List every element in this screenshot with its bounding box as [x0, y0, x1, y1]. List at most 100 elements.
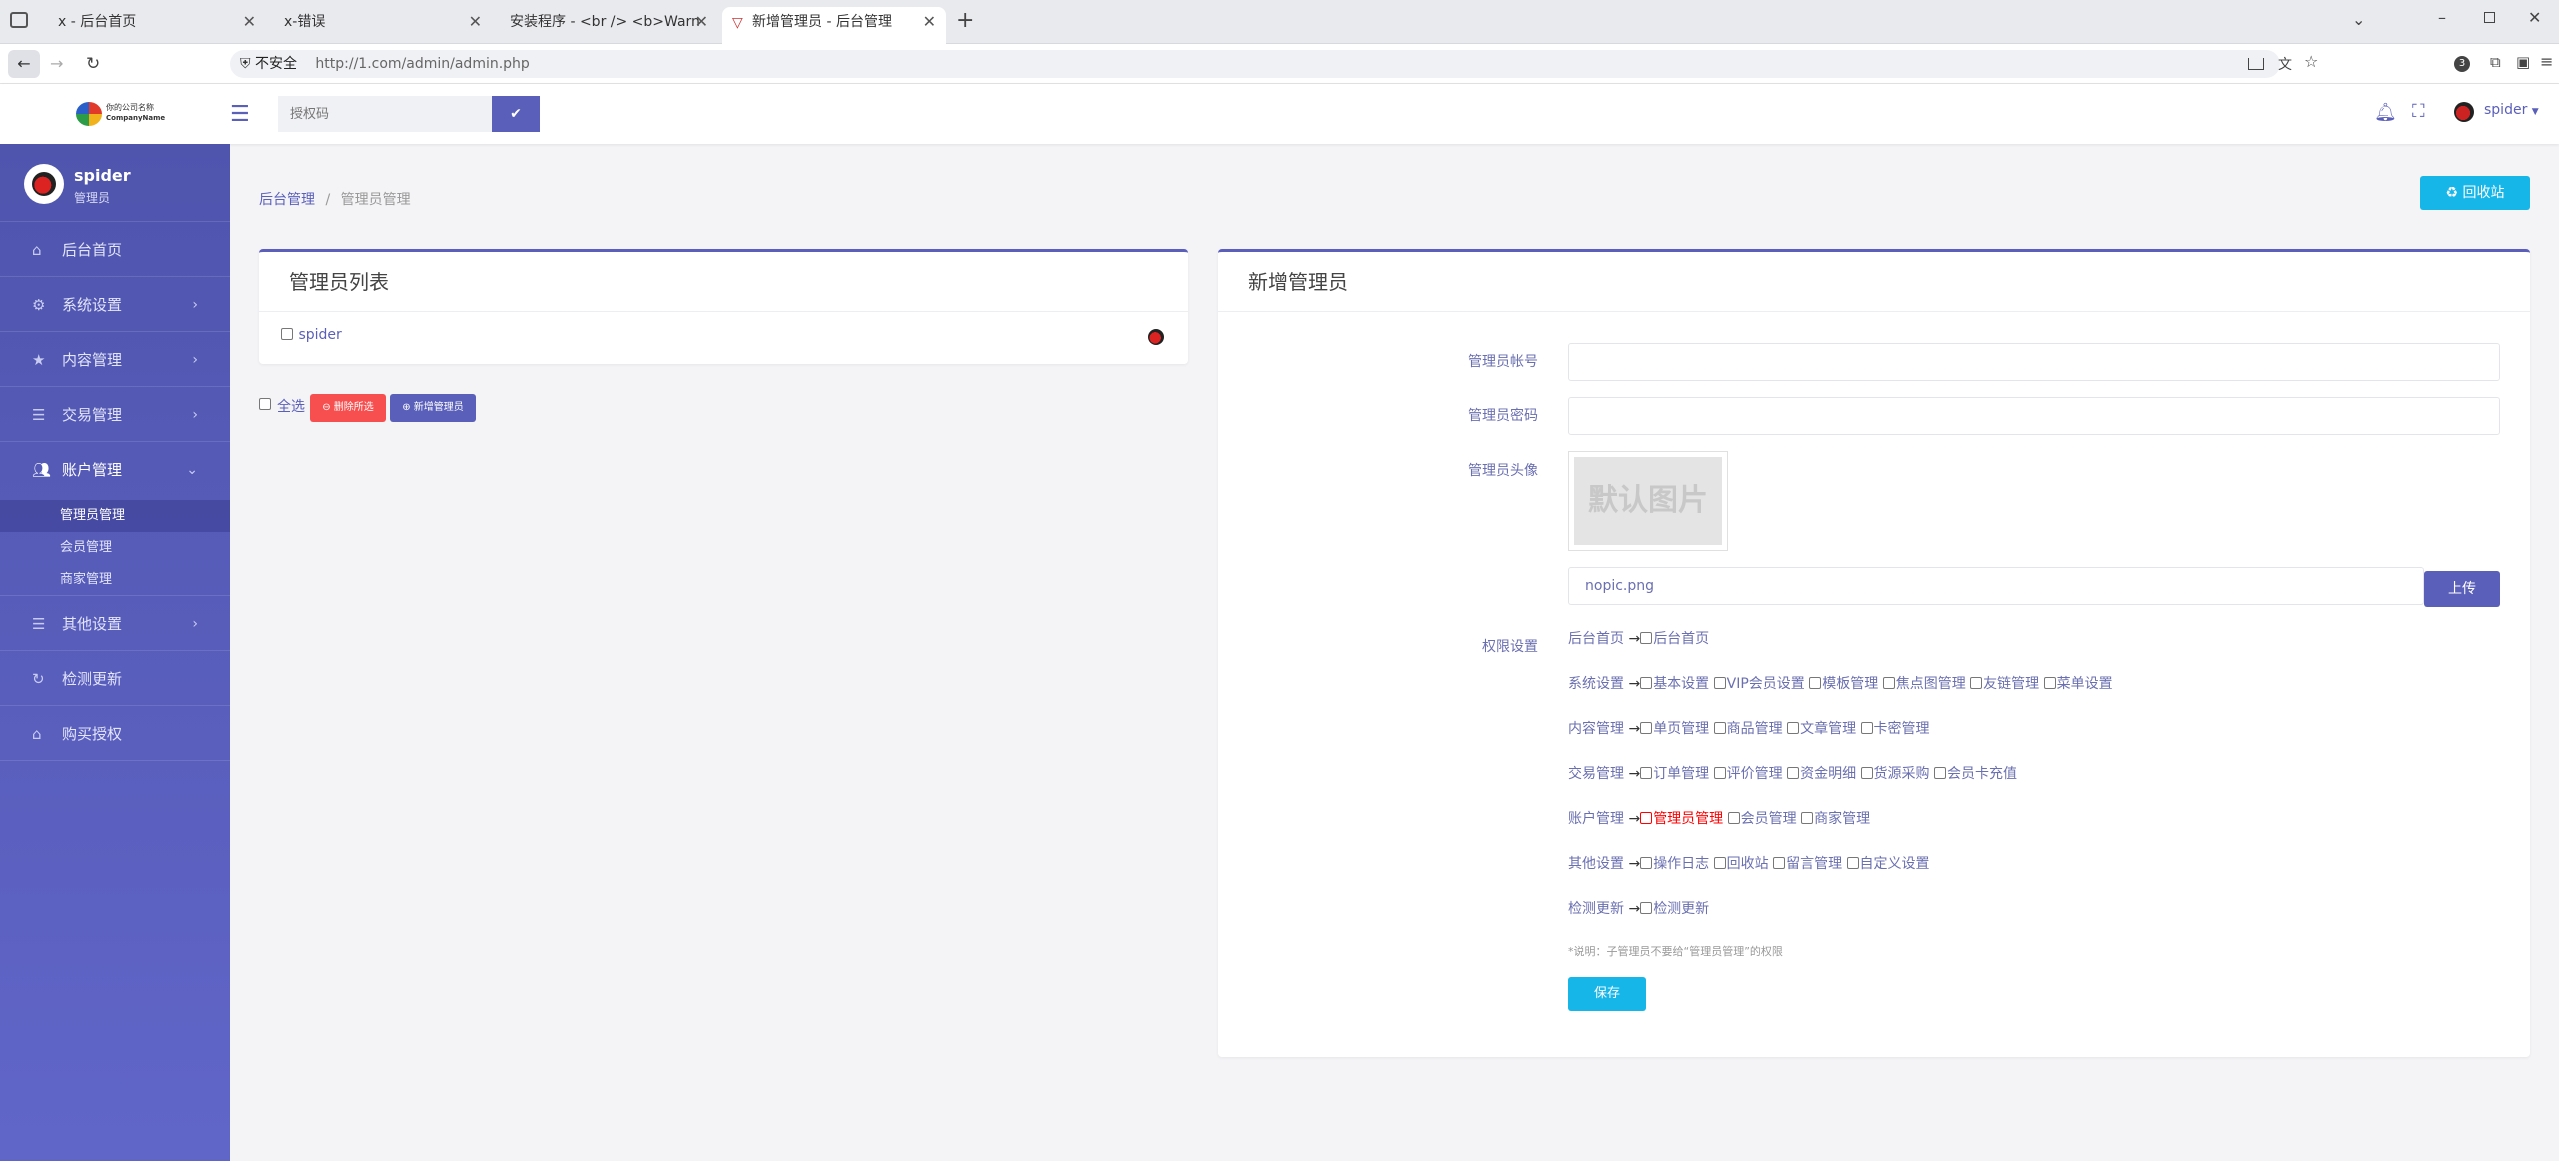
permission-checkbox[interactable]: [1934, 767, 1946, 779]
collections-icon[interactable]: ▣: [2516, 53, 2530, 71]
permission-checkbox[interactable]: [1640, 857, 1653, 869]
sidebar-item-system-settings[interactable]: ⚙ 系统设置 ›: [0, 278, 230, 332]
sidebar-item-trade[interactable]: ☰ 交易管理 ›: [0, 388, 230, 442]
translate-icon[interactable]: 文: [2278, 54, 2292, 74]
permission-item: 资金明细: [1800, 766, 1857, 782]
permission-checkbox[interactable]: [1713, 677, 1726, 689]
reload-icon[interactable]: ↻: [86, 50, 100, 78]
sidebar-item-other-settings[interactable]: ☰ 其他设置 ›: [0, 597, 230, 651]
permission-checkbox[interactable]: [1970, 677, 1983, 689]
sidebar-item-buy-license[interactable]: ⌂ 购买授权: [0, 707, 230, 761]
permission-checkbox[interactable]: [1809, 677, 1822, 689]
upload-label: 上传: [2448, 581, 2476, 597]
logo-line1: 你的公司名称: [106, 103, 154, 112]
sidebar-item-label: 其他设置: [62, 615, 123, 633]
permission-item: 焦点图管理: [1895, 676, 1966, 692]
browser-tab-4[interactable]: ▽ 新增管理员 - 后台管理 ✕: [722, 7, 946, 44]
chevron-right-icon: ›: [192, 407, 198, 423]
sidebar-item-label: 账户管理: [62, 461, 123, 479]
row-checkbox[interactable]: [281, 328, 293, 340]
permission-checkbox[interactable]: [1713, 857, 1726, 869]
auth-code-input[interactable]: [278, 96, 492, 132]
permission-item: 单页管理: [1653, 721, 1710, 737]
puzzle-icon[interactable]: ⧉: [2490, 53, 2501, 71]
recycle-bin-button[interactable]: ♻ 回收站: [2420, 176, 2530, 210]
forward-icon[interactable]: →: [50, 50, 63, 78]
avatar-filename-input[interactable]: nopic.png: [1568, 567, 2424, 605]
fullscreen-icon[interactable]: ⛶: [2412, 101, 2425, 122]
star-icon[interactable]: ☆: [2304, 52, 2318, 71]
minus-circle-icon: ⊖: [322, 402, 331, 413]
chevron-down-icon[interactable]: ⌄: [2352, 10, 2365, 29]
bell-icon[interactable]: 🔔︎: [2374, 102, 2397, 123]
user-avatar[interactable]: [2454, 102, 2474, 122]
permission-item: 商品管理: [1726, 721, 1783, 737]
permission-item: 基本设置: [1653, 676, 1710, 692]
sidebar-subitem-label: 商家管理: [60, 572, 113, 587]
sidebar-item-dashboard[interactable]: ⌂ 后台首页: [0, 223, 230, 277]
restore-icon[interactable]: [2484, 12, 2495, 23]
account-input[interactable]: [1568, 343, 2500, 381]
breadcrumb-root[interactable]: 后台管理: [259, 192, 315, 208]
browser-tab-1[interactable]: x - 后台首页 ✕: [40, 7, 266, 37]
permission-checkbox[interactable]: [1640, 902, 1653, 914]
sidebar-subitem-members[interactable]: 会员管理: [0, 532, 230, 564]
password-input[interactable]: [1568, 397, 2500, 435]
extension-badge[interactable]: 3: [2454, 56, 2470, 72]
add-admin-button[interactable]: ⊕ 新增管理员: [390, 394, 476, 422]
permission-checkbox[interactable]: [1787, 722, 1800, 734]
sidebar-item-account[interactable]: 👥︎ 账户管理 ⌄: [0, 443, 230, 497]
select-all-checkbox[interactable]: [259, 398, 271, 410]
permission-checkbox[interactable]: [1713, 767, 1726, 779]
permission-checkbox[interactable]: [1640, 632, 1653, 644]
arrow-right-icon: →: [1628, 721, 1641, 737]
hamburger-icon[interactable]: ☰: [230, 102, 250, 127]
permission-checkbox[interactable]: [1882, 677, 1895, 689]
auth-submit-button[interactable]: ✔: [492, 96, 540, 132]
permission-checkbox[interactable]: [1773, 857, 1786, 869]
browser-tab-3[interactable]: 安装程序 - <br /> <b>Warning</b>: ✕: [492, 7, 718, 37]
permission-item: 会员管理: [1740, 811, 1797, 827]
close-icon[interactable]: ✕: [695, 7, 708, 37]
sidebar-item-check-update[interactable]: ↻ 检测更新: [0, 652, 230, 706]
close-icon[interactable]: ✕: [923, 7, 936, 37]
back-icon[interactable]: ←: [8, 50, 40, 78]
tab-list-icon[interactable]: [10, 12, 28, 28]
minimize-icon[interactable]: –: [2438, 8, 2446, 27]
close-icon[interactable]: ✕: [469, 7, 482, 37]
permission-checkbox[interactable]: [2043, 677, 2056, 689]
sidebar-subitem-admins[interactable]: 管理员管理: [0, 500, 230, 532]
sidebar-subitem-merchants[interactable]: 商家管理: [0, 564, 230, 596]
browser-tab-2[interactable]: x-错误 ✕: [266, 7, 492, 37]
permission-checkbox[interactable]: [1640, 722, 1653, 734]
address-field[interactable]: ⛨ 不安全 http://1.com/admin/admin.php: [230, 50, 2280, 78]
arrow-right-icon: →: [1628, 811, 1641, 827]
favicon-icon: ▽: [732, 15, 743, 31]
more-icon[interactable]: ≡: [2540, 52, 2553, 71]
permission-checkbox[interactable]: [1640, 677, 1653, 689]
delete-selected-button[interactable]: ⊖ 删除所选: [310, 394, 386, 422]
window-close-icon[interactable]: ✕: [2528, 8, 2541, 27]
logo[interactable]: 你的公司名称 CompanyName: [76, 100, 186, 128]
user-menu[interactable]: spider ▼: [2484, 102, 2539, 118]
arrow-right-icon: →: [1628, 856, 1641, 872]
close-icon[interactable]: ✕: [243, 7, 256, 37]
permission-checkbox[interactable]: [1846, 857, 1859, 869]
download-icon[interactable]: [2248, 58, 2264, 70]
upload-button[interactable]: 上传: [2424, 571, 2500, 607]
permission-checkbox[interactable]: [1787, 767, 1800, 779]
permission-checkbox[interactable]: [1860, 767, 1873, 779]
permission-checkbox[interactable]: [1860, 722, 1873, 734]
permission-checkbox[interactable]: [1727, 812, 1740, 824]
permission-checkbox[interactable]: [1713, 722, 1726, 734]
permissions-label: 权限设置: [1482, 639, 1538, 655]
save-button[interactable]: 保存: [1568, 977, 1646, 1011]
sidebar-item-label: 后台首页: [62, 241, 123, 259]
new-tab-icon[interactable]: +: [956, 8, 974, 33]
permission-checkbox[interactable]: [1640, 812, 1653, 824]
table-row: spider: [259, 312, 1188, 362]
sidebar-item-content[interactable]: ★ 内容管理 ›: [0, 333, 230, 387]
permission-checkbox[interactable]: [1640, 767, 1653, 779]
permission-checkbox[interactable]: [1801, 812, 1814, 824]
user-name: spider: [2484, 102, 2528, 118]
